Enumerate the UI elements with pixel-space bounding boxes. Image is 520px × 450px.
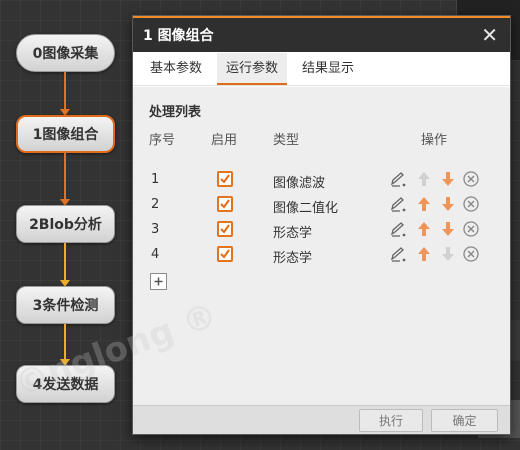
enable-checkbox[interactable] xyxy=(217,246,233,262)
add-step-button[interactable] xyxy=(150,273,167,290)
dialog-title: 1 图像组合 xyxy=(143,28,214,44)
image-combine-dialog: 1 图像组合 ✕ 基本参数 运行参数 结果显示 处理列表 序号 启用 类型 操作… xyxy=(132,15,511,435)
edit-icon[interactable] xyxy=(389,170,407,188)
delete-icon[interactable] xyxy=(462,170,480,188)
tab-basic-params[interactable]: 基本参数 xyxy=(141,53,211,85)
arrow-down-icon[interactable] xyxy=(439,195,457,213)
enable-checkbox[interactable] xyxy=(217,196,233,212)
edit-icon[interactable] xyxy=(389,195,407,213)
table-row: 2 图像二值化 xyxy=(133,193,510,218)
flow-node-image-combine[interactable]: 1图像组合 xyxy=(16,115,115,153)
delete-icon[interactable] xyxy=(462,220,480,238)
enable-checkbox[interactable] xyxy=(217,221,233,237)
edit-icon[interactable] xyxy=(389,245,407,263)
arrow-down-icon[interactable] xyxy=(439,220,457,238)
process-list-panel: 处理列表 序号 启用 类型 操作 1 图像滤波 2 图像二值化 3 形态学 4 形态学 xyxy=(133,87,510,405)
enable-checkbox[interactable] xyxy=(217,171,233,187)
flow-node-label: 0图像采集 xyxy=(32,46,99,62)
flow-node-label: 4发送数据 xyxy=(32,377,99,393)
arrow-up-icon xyxy=(415,170,433,188)
checkmark-icon xyxy=(220,249,230,259)
flow-node-send-data[interactable]: 4发送数据 xyxy=(16,365,115,403)
row-type: 图像滤波 xyxy=(273,176,326,191)
arrow-down-icon[interactable] xyxy=(439,170,457,188)
dialog-footer: 执行 确定 xyxy=(133,405,510,434)
process-list-title: 处理列表 xyxy=(149,105,202,120)
row-index: 4 xyxy=(151,247,160,262)
delete-icon[interactable] xyxy=(462,195,480,213)
arrow-up-icon[interactable] xyxy=(415,220,433,238)
arrow-up-icon[interactable] xyxy=(415,195,433,213)
row-type: 形态学 xyxy=(273,226,313,241)
arrow-up-icon[interactable] xyxy=(415,245,433,263)
tab-result-display[interactable]: 结果显示 xyxy=(293,53,363,85)
column-header-type: 类型 xyxy=(273,133,300,148)
column-header-operation: 操作 xyxy=(421,133,448,148)
delete-icon[interactable] xyxy=(462,245,480,263)
column-header-index: 序号 xyxy=(149,133,176,148)
table-row: 3 形态学 xyxy=(133,218,510,243)
arrow-down-icon xyxy=(439,245,457,263)
execute-button[interactable]: 执行 xyxy=(359,409,423,432)
flow-node-image-capture[interactable]: 0图像采集 xyxy=(16,34,115,72)
table-row: 1 图像滤波 xyxy=(133,168,510,193)
checkmark-icon xyxy=(220,224,230,234)
flow-connector-arrow xyxy=(60,72,70,116)
close-icon[interactable]: ✕ xyxy=(481,23,498,47)
row-index: 1 xyxy=(151,172,160,187)
flow-connector-arrow xyxy=(60,153,70,206)
flow-node-label: 3条件检测 xyxy=(32,298,99,314)
row-type: 图像二值化 xyxy=(273,201,339,216)
row-type: 形态学 xyxy=(273,251,313,266)
flow-connector-arrow xyxy=(60,324,70,366)
flow-connector-arrow xyxy=(60,243,70,287)
row-index: 3 xyxy=(151,222,160,237)
flow-node-label: 1图像组合 xyxy=(32,127,99,143)
dialog-header: 1 图像组合 ✕ xyxy=(133,16,510,52)
checkmark-icon xyxy=(220,174,230,184)
flow-node-label: 2Blob分析 xyxy=(29,217,102,233)
tab-bar: 基本参数 运行参数 结果显示 xyxy=(133,52,510,86)
flow-node-blob-analysis[interactable]: 2Blob分析 xyxy=(16,205,115,243)
tab-run-params[interactable]: 运行参数 xyxy=(217,53,288,85)
plus-icon xyxy=(154,277,163,286)
edit-icon[interactable] xyxy=(389,220,407,238)
row-index: 2 xyxy=(151,197,160,212)
table-row: 4 形态学 xyxy=(133,243,510,268)
confirm-button[interactable]: 确定 xyxy=(431,409,498,432)
column-header-enable: 启用 xyxy=(211,133,238,148)
checkmark-icon xyxy=(220,199,230,209)
flow-node-condition-check[interactable]: 3条件检测 xyxy=(16,286,115,324)
